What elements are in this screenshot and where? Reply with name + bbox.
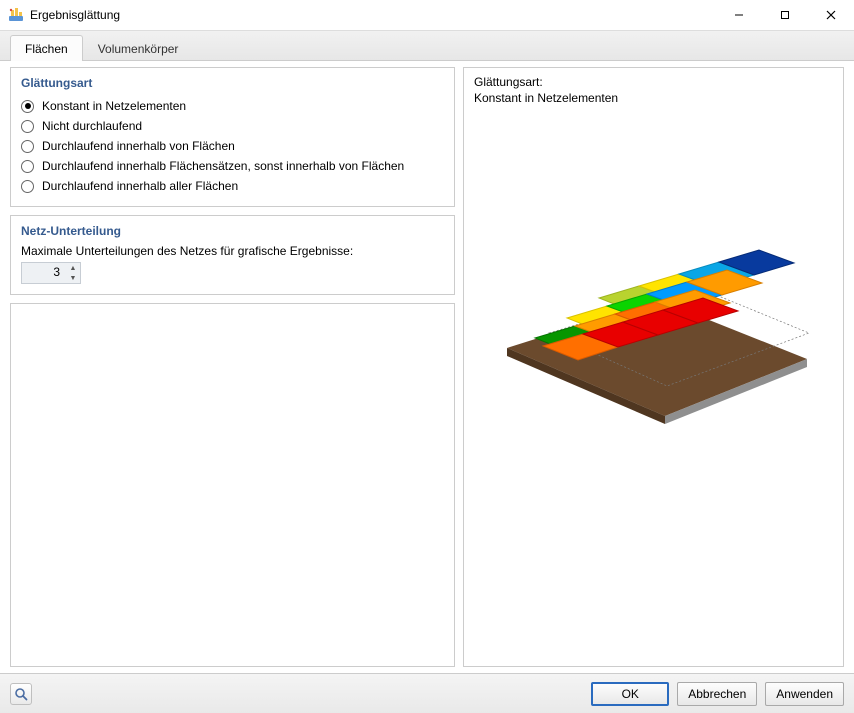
radio-icon [21, 100, 34, 113]
radio-label: Durchlaufend innerhalb von Flächen [42, 139, 235, 153]
titlebar: Ergebnisglättung [0, 0, 854, 31]
ok-button[interactable]: OK [591, 682, 669, 706]
radio-label: Durchlaufend innerhalb Flächensätzen, so… [42, 159, 404, 173]
mesh-subdiv-value: 3 [22, 263, 66, 283]
panel-smoothing: Glättungsart Konstant in Netzelementen N… [10, 67, 455, 207]
window-maximize-button[interactable] [762, 0, 808, 30]
radio-icon [21, 120, 34, 133]
preview-illustration [464, 228, 843, 428]
radio-icon [21, 180, 34, 193]
panel-empty [10, 303, 455, 667]
app-icon [8, 7, 24, 23]
mesh-subdiv-spinner[interactable]: 3 ▲ ▼ [21, 262, 81, 284]
radio-nicht-durchlaufend[interactable]: Nicht durchlaufend [21, 116, 444, 136]
search-icon [14, 687, 28, 701]
tab-strip: Flächen Volumenkörper [0, 31, 854, 61]
cancel-button-label: Abbrechen [688, 687, 746, 701]
window-close-button[interactable] [808, 0, 854, 30]
apply-button-label: Anwenden [776, 687, 833, 701]
panel-mesh-title: Netz-Unterteilung [21, 224, 444, 238]
tab-flaechen[interactable]: Flächen [10, 35, 83, 61]
radio-durchlaufend-flaechensaetzen[interactable]: Durchlaufend innerhalb Flächensätzen, so… [21, 156, 444, 176]
spinner-up-icon[interactable]: ▲ [66, 263, 80, 273]
radio-durchlaufend-alle[interactable]: Durchlaufend innerhalb aller Flächen [21, 176, 444, 196]
footer: OK Abbrechen Anwenden [0, 673, 854, 713]
apply-button[interactable]: Anwenden [765, 682, 844, 706]
help-button[interactable] [10, 683, 32, 705]
radio-konstant[interactable]: Konstant in Netzelementen [21, 96, 444, 116]
panel-mesh: Netz-Unterteilung Maximale Unterteilunge… [10, 215, 455, 295]
radio-icon [21, 140, 34, 153]
preview-subheading: Konstant in Netzelementen [474, 90, 833, 106]
radio-icon [21, 160, 34, 173]
tab-volumenkoerper[interactable]: Volumenkörper [83, 35, 194, 61]
radio-label: Durchlaufend innerhalb aller Flächen [42, 179, 238, 193]
cancel-button[interactable]: Abbrechen [677, 682, 757, 706]
radio-durchlaufend-flaechen[interactable]: Durchlaufend innerhalb von Flächen [21, 136, 444, 156]
preview-panel: Glättungsart: Konstant in Netzelementen [463, 67, 844, 667]
ok-button-label: OK [622, 687, 639, 701]
radio-label: Nicht durchlaufend [42, 119, 142, 133]
window-minimize-button[interactable] [716, 0, 762, 30]
spinner-down-icon[interactable]: ▼ [66, 273, 80, 283]
radio-label: Konstant in Netzelementen [42, 99, 186, 113]
panel-smoothing-title: Glättungsart [21, 76, 444, 90]
window-title: Ergebnisglättung [30, 8, 716, 22]
mesh-label: Maximale Unterteilungen des Netzes für g… [21, 244, 444, 258]
preview-heading: Glättungsart: [474, 74, 833, 90]
